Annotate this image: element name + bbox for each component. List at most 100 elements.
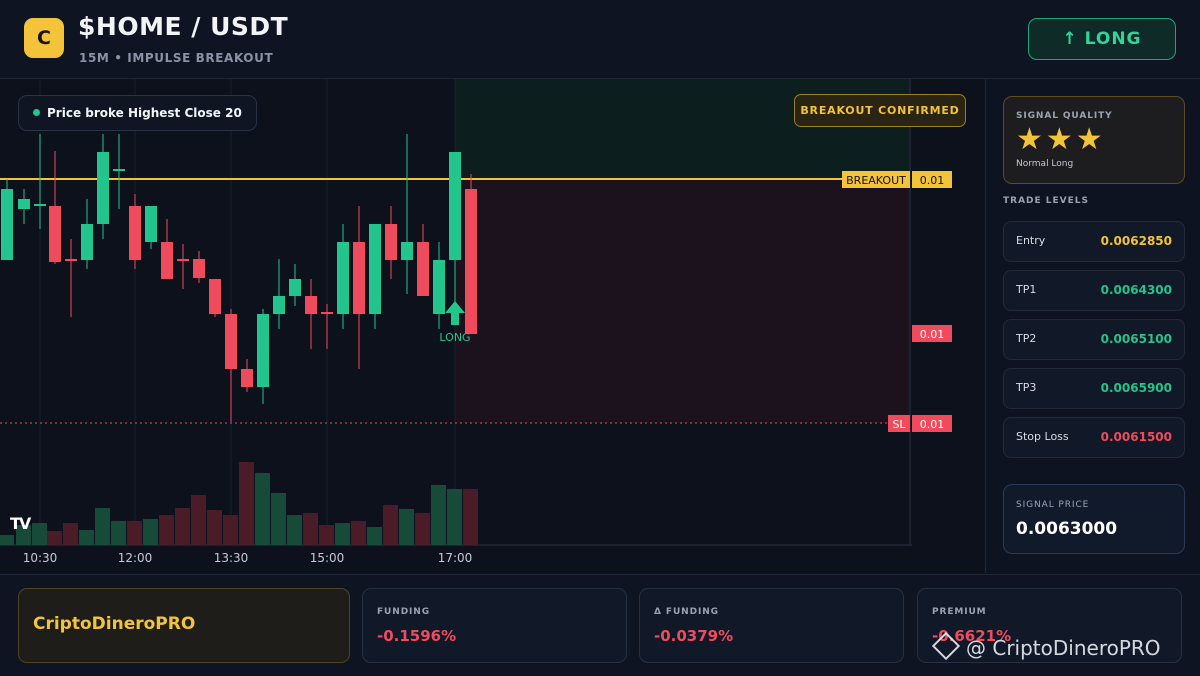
candle-body	[289, 279, 301, 296]
candle-body	[1, 189, 13, 260]
footer-bar: CriptoDineroPRO FUNDING -0.1596% Δ FUNDI…	[0, 574, 1200, 676]
status-dot-icon	[33, 109, 40, 116]
quality-stars-icon: ★★★	[1016, 122, 1106, 157]
header: C $HOME / USDT 15M • IMPULSE BREAKOUT ↑ …	[0, 0, 1200, 79]
volume-bar	[95, 508, 110, 545]
watermark: @ CriptoDineroPRO	[931, 631, 1161, 661]
candle-body	[209, 279, 221, 314]
candle-body	[273, 296, 285, 314]
time-label: 13:30	[214, 551, 249, 565]
breakout-price-tag: 0.01	[920, 174, 945, 187]
candle-body	[161, 242, 173, 279]
candle-body	[433, 260, 445, 314]
candle-body	[49, 206, 61, 262]
level-stop-loss: Stop Loss 0.0061500	[1003, 417, 1185, 458]
brand-card: CriptoDineroPRO	[18, 588, 350, 663]
breakout-tag-label: BREAKOUT	[846, 174, 906, 187]
volume-bar	[415, 513, 430, 545]
volume-bar	[303, 513, 318, 545]
candle-body	[34, 204, 46, 206]
level-tp1: TP1 0.0064300	[1003, 270, 1185, 311]
level-value: 0.0062850	[1100, 234, 1172, 248]
candle-body	[18, 199, 30, 209]
binance-icon	[931, 631, 961, 661]
candle-body	[401, 242, 413, 260]
candle-body	[353, 242, 365, 314]
volume-bar	[271, 493, 286, 545]
volume-bar	[287, 515, 302, 545]
timeframe-subtitle: 15M • IMPULSE BREAKOUT	[79, 51, 274, 65]
level-value: 0.0065900	[1100, 381, 1172, 395]
signal-price-card: SIGNAL PRICE 0.0063000	[1003, 484, 1185, 554]
signal-price-label: SIGNAL PRICE	[1016, 500, 1090, 510]
signal-reason-text: Price broke Highest Close 20	[47, 106, 242, 120]
level-tp3: TP3 0.0065900	[1003, 368, 1185, 409]
metric-value: -0.1596%	[377, 627, 457, 645]
volume-bar	[79, 530, 94, 545]
long-signal-button[interactable]: ↑ LONG	[1028, 18, 1176, 60]
level-name: TP2	[1016, 332, 1037, 345]
volume-bar	[0, 535, 14, 545]
level-name: TP3	[1016, 381, 1037, 394]
candle-body	[417, 242, 429, 296]
volume-bar	[399, 509, 414, 545]
volume-bar	[335, 523, 350, 545]
signal-quality-card: SIGNAL QUALITY ★★★ Normal Long	[1003, 96, 1185, 184]
candle-body	[241, 369, 253, 387]
volume-bar	[255, 473, 270, 545]
long-marker-label: LONG	[439, 331, 470, 344]
level-entry: Entry 0.0062850	[1003, 221, 1185, 262]
time-label: 12:00	[118, 551, 153, 565]
funding-card: FUNDING -0.1596%	[362, 588, 627, 663]
candle-body	[305, 296, 317, 314]
signal-price-value: 0.0063000	[1016, 519, 1118, 539]
candlestick-chart[interactable]: LONG BREAKOUT 0.01 0.01 SL 0.01 10:30 12…	[0, 79, 984, 573]
time-label: 10:30	[23, 551, 58, 565]
volume-bar	[111, 521, 126, 545]
level-tp2: TP2 0.0065100	[1003, 319, 1185, 360]
volume-bar	[207, 510, 222, 545]
candle-body	[465, 189, 477, 334]
volume-bar	[383, 505, 398, 545]
volume-bar	[175, 508, 190, 545]
volume-bar	[63, 523, 78, 545]
candle-body	[113, 169, 125, 171]
volume-bar	[191, 495, 206, 545]
volume-bar	[447, 489, 462, 545]
candle-body	[145, 206, 157, 242]
level-name: Stop Loss	[1016, 430, 1069, 443]
breakout-confirmed-badge: BREAKOUT CONFIRMED	[794, 94, 966, 127]
candles	[1, 134, 477, 422]
price-chart[interactable]: LONG BREAKOUT 0.01 0.01 SL 0.01 10:30 12…	[0, 79, 984, 573]
signal-reason-pill: Price broke Highest Close 20	[18, 95, 257, 131]
time-label: 17:00	[438, 551, 473, 565]
candle-body	[449, 152, 461, 260]
candle-body	[97, 152, 109, 224]
candle-body	[337, 242, 349, 314]
signal-quality-label: SIGNAL QUALITY	[1016, 111, 1113, 121]
tradingview-logo: TV	[10, 514, 31, 533]
volume-bar	[351, 521, 366, 545]
level-value: 0.0065100	[1100, 332, 1172, 346]
candle-body	[321, 312, 333, 314]
candle-body	[193, 259, 205, 278]
volume-bar	[367, 527, 382, 545]
sl-price-tag: 0.01	[920, 418, 945, 431]
level-value: 0.0064300	[1100, 283, 1172, 297]
trade-sidebar: SIGNAL QUALITY ★★★ Normal Long TRADE LEV…	[985, 79, 1200, 573]
volume-bar	[223, 515, 238, 545]
level-name: Entry	[1016, 234, 1046, 247]
volume-bar	[239, 462, 254, 545]
volume-bar	[431, 485, 446, 545]
metric-label: PREMIUM	[932, 607, 987, 617]
candle-body	[65, 259, 77, 261]
app-logo: C	[24, 18, 64, 58]
candle-body	[225, 314, 237, 369]
metric-value: -0.0379%	[654, 627, 734, 645]
current-price-tag: 0.01	[920, 328, 945, 341]
risk-zone	[455, 179, 910, 423]
metric-label: FUNDING	[377, 607, 431, 617]
sl-tag-label: SL	[892, 418, 906, 431]
delta-funding-card: Δ FUNDING -0.0379%	[639, 588, 904, 663]
level-name: TP1	[1016, 283, 1037, 296]
